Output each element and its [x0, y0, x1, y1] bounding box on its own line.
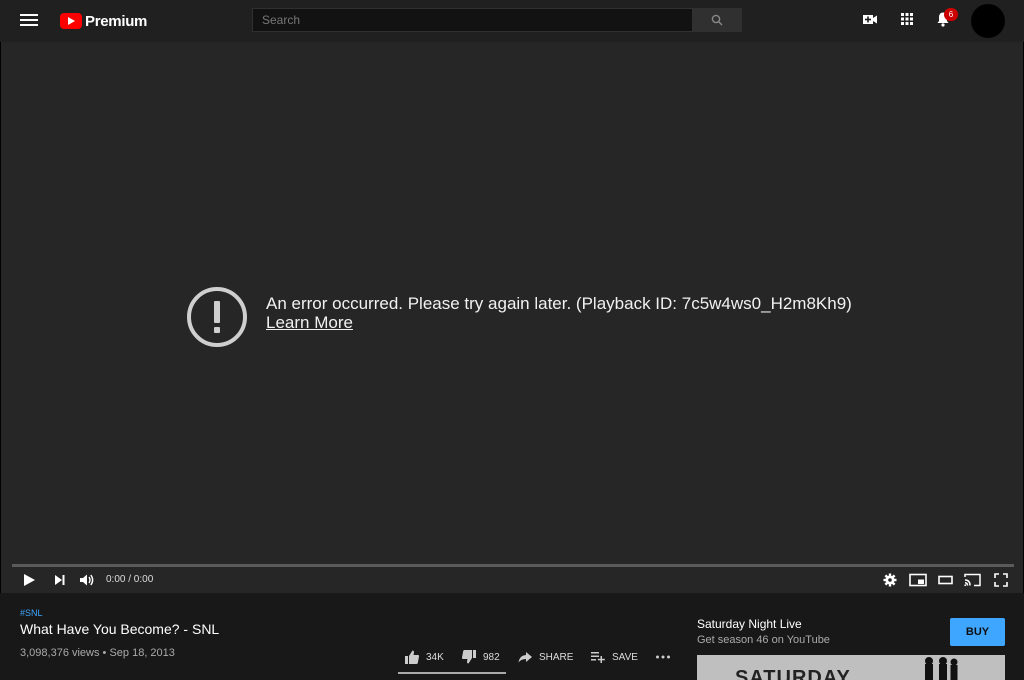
player-controls: 0:00 / 0:00 — [1, 567, 1024, 593]
video-title: What Have You Become? - SNL — [20, 621, 220, 637]
brand-label: Premium — [85, 12, 148, 30]
more-actions-button[interactable] — [655, 649, 677, 665]
next-icon[interactable] — [51, 571, 71, 589]
share-icon — [518, 652, 532, 663]
search-box — [252, 8, 693, 32]
video-meta: 3,098,376 views • Sep 18, 2013 — [20, 647, 175, 659]
time-display: 0:00 / 0:00 — [106, 574, 154, 585]
thumbs-down-icon — [461, 650, 476, 664]
create-video-icon[interactable] — [861, 10, 883, 32]
dislike-count: 982 — [483, 651, 500, 663]
video-info: #SNL What Have You Become? - SNL 3,098,3… — [0, 593, 1024, 680]
learn-more-link[interactable]: Learn More — [266, 313, 353, 333]
top-bar: Premium 6 — [0, 0, 1024, 42]
thumbs-up-icon — [405, 650, 420, 664]
thumbnail-figures — [925, 657, 958, 680]
more-horiz-icon — [656, 655, 670, 659]
search-input[interactable] — [253, 9, 692, 31]
save-button[interactable]: SAVE — [590, 649, 638, 665]
sentiment-bar — [398, 672, 506, 674]
error-icon — [187, 287, 247, 347]
miniplayer-icon[interactable] — [908, 571, 928, 589]
video-player[interactable]: An error occurred. Please try again late… — [0, 42, 1024, 593]
share-button[interactable]: SHARE — [517, 649, 573, 665]
fullscreen-icon[interactable] — [992, 571, 1012, 589]
promo-thumbnail[interactable]: SATURDAY — [697, 655, 1005, 680]
notification-badge: 6 — [944, 8, 958, 21]
promo-title: Saturday Night Live — [697, 617, 802, 631]
youtube-logo-icon — [60, 13, 82, 29]
theater-mode-icon[interactable] — [936, 571, 956, 589]
like-count: 34K — [426, 651, 444, 663]
dislike-button[interactable]: 982 — [461, 649, 500, 665]
buy-button[interactable]: BUY — [950, 618, 1005, 646]
like-button[interactable]: 34K — [404, 649, 444, 665]
share-label: SHARE — [539, 651, 574, 663]
promo-subtitle: Get season 46 on YouTube — [697, 634, 830, 646]
save-label: SAVE — [612, 651, 638, 663]
cast-icon[interactable] — [963, 571, 983, 589]
play-icon[interactable] — [20, 571, 40, 589]
volume-icon[interactable] — [78, 571, 98, 589]
avatar[interactable] — [971, 4, 1005, 38]
menu-icon[interactable] — [20, 12, 38, 28]
search-button[interactable] — [692, 8, 742, 32]
thumbnail-text: SATURDAY — [735, 667, 851, 680]
hashtag-link[interactable]: #SNL — [20, 608, 43, 618]
search-icon — [711, 14, 723, 26]
settings-icon[interactable] — [881, 571, 901, 589]
youtube-premium-logo[interactable]: Premium — [60, 10, 147, 32]
apps-grid-icon[interactable] — [898, 10, 920, 32]
error-message: An error occurred. Please try again late… — [266, 294, 852, 313]
playlist-add-icon — [591, 652, 605, 663]
